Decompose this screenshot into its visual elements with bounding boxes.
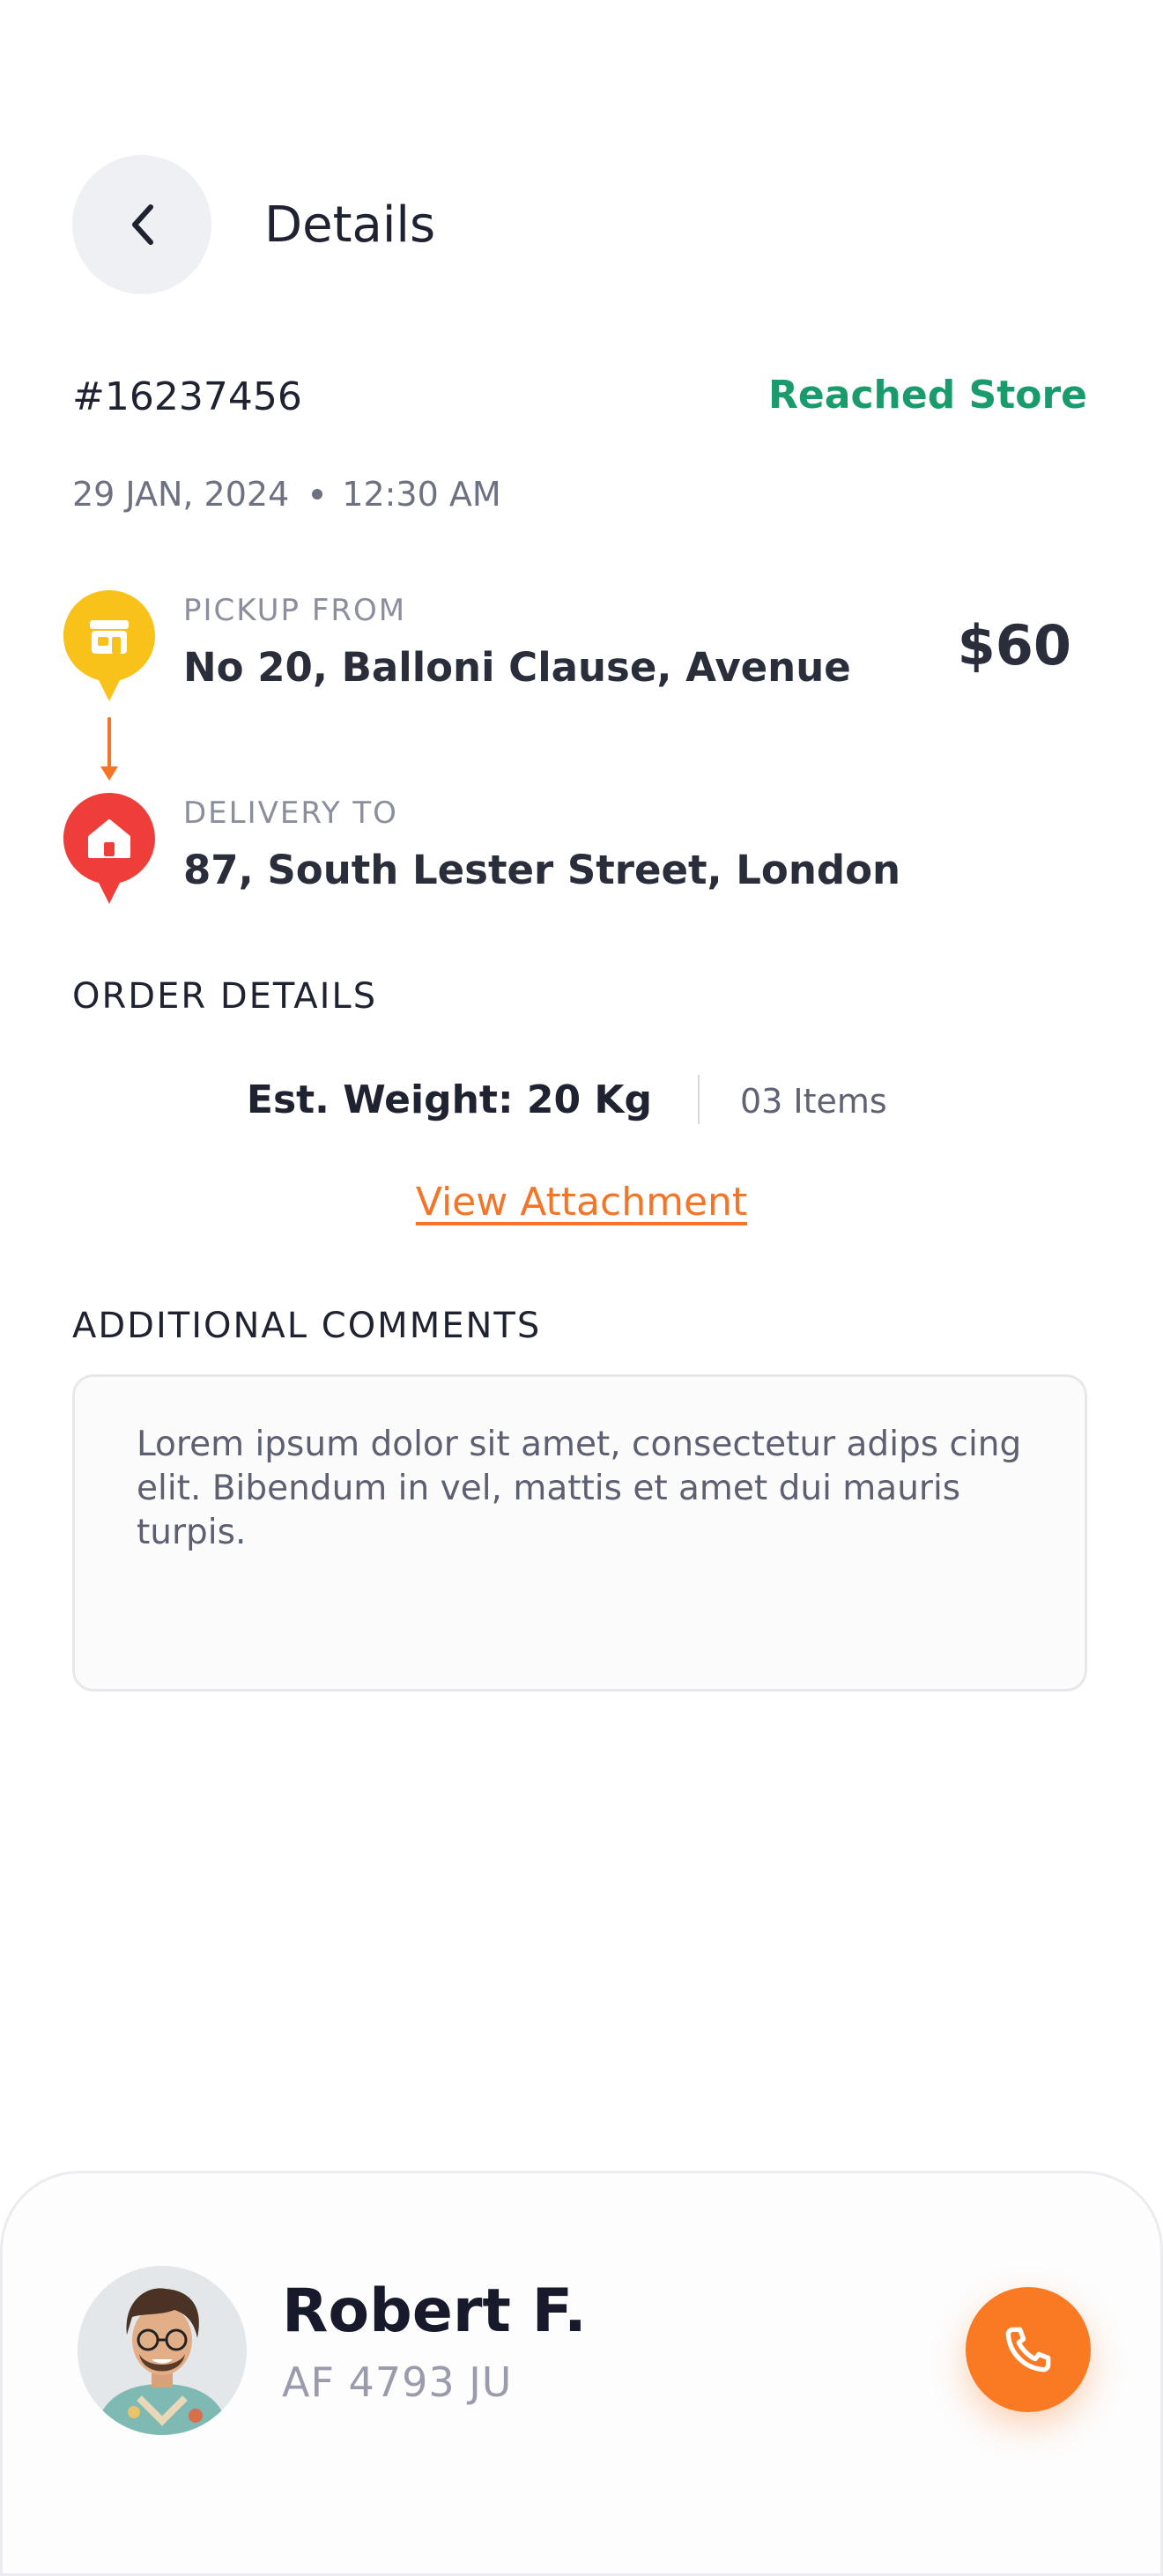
attachment-row: View Attachment: [0, 1179, 1163, 1226]
order-time: 12:30 AM: [342, 475, 501, 514]
driver-name: Robert F.: [282, 2276, 587, 2346]
phone-icon: [1005, 2327, 1051, 2372]
status-badge: Reached Store: [768, 373, 1087, 418]
store-pin-icon: [62, 588, 157, 703]
pickup-label: PICKUP FROM: [183, 593, 407, 628]
items-count: 03 Items: [740, 1082, 887, 1121]
order-details-heading: ORDER DETAILS: [72, 976, 378, 1017]
driver-plate: AF 4793 JU: [282, 2358, 513, 2406]
back-button[interactable]: [72, 155, 211, 294]
divider: [698, 1075, 700, 1124]
comments-text: Lorem ipsum dolor sit amet, consectetur …: [137, 1425, 1022, 1552]
home-pin-icon: [62, 791, 157, 906]
avatar: [78, 2266, 247, 2435]
route-arrow-icon: [99, 717, 120, 782]
order-price: $60: [957, 613, 1071, 677]
chevron-left-icon: [132, 204, 153, 245]
delivery-address: 87, South Lester Street, London: [183, 847, 901, 893]
order-datetime: 29 JAN, 2024 12:30 AM: [72, 474, 501, 514]
comments-box[interactable]: Lorem ipsum dolor sit amet, consectetur …: [72, 1374, 1087, 1691]
order-date: 29 JAN, 2024: [72, 475, 290, 514]
order-id: #16237456: [72, 374, 302, 419]
view-attachment-link[interactable]: View Attachment: [416, 1180, 747, 1225]
comments-heading: ADDITIONAL COMMENTS: [72, 1306, 542, 1346]
est-weight: Est. Weight: 20 Kg: [246, 1077, 652, 1122]
delivery-label: DELIVERY TO: [183, 796, 398, 831]
separator-dot: [312, 489, 323, 500]
pickup-address: No 20, Balloni Clause, Avenue: [183, 644, 851, 691]
page-title: Details: [264, 196, 436, 254]
call-button[interactable]: [966, 2287, 1091, 2412]
